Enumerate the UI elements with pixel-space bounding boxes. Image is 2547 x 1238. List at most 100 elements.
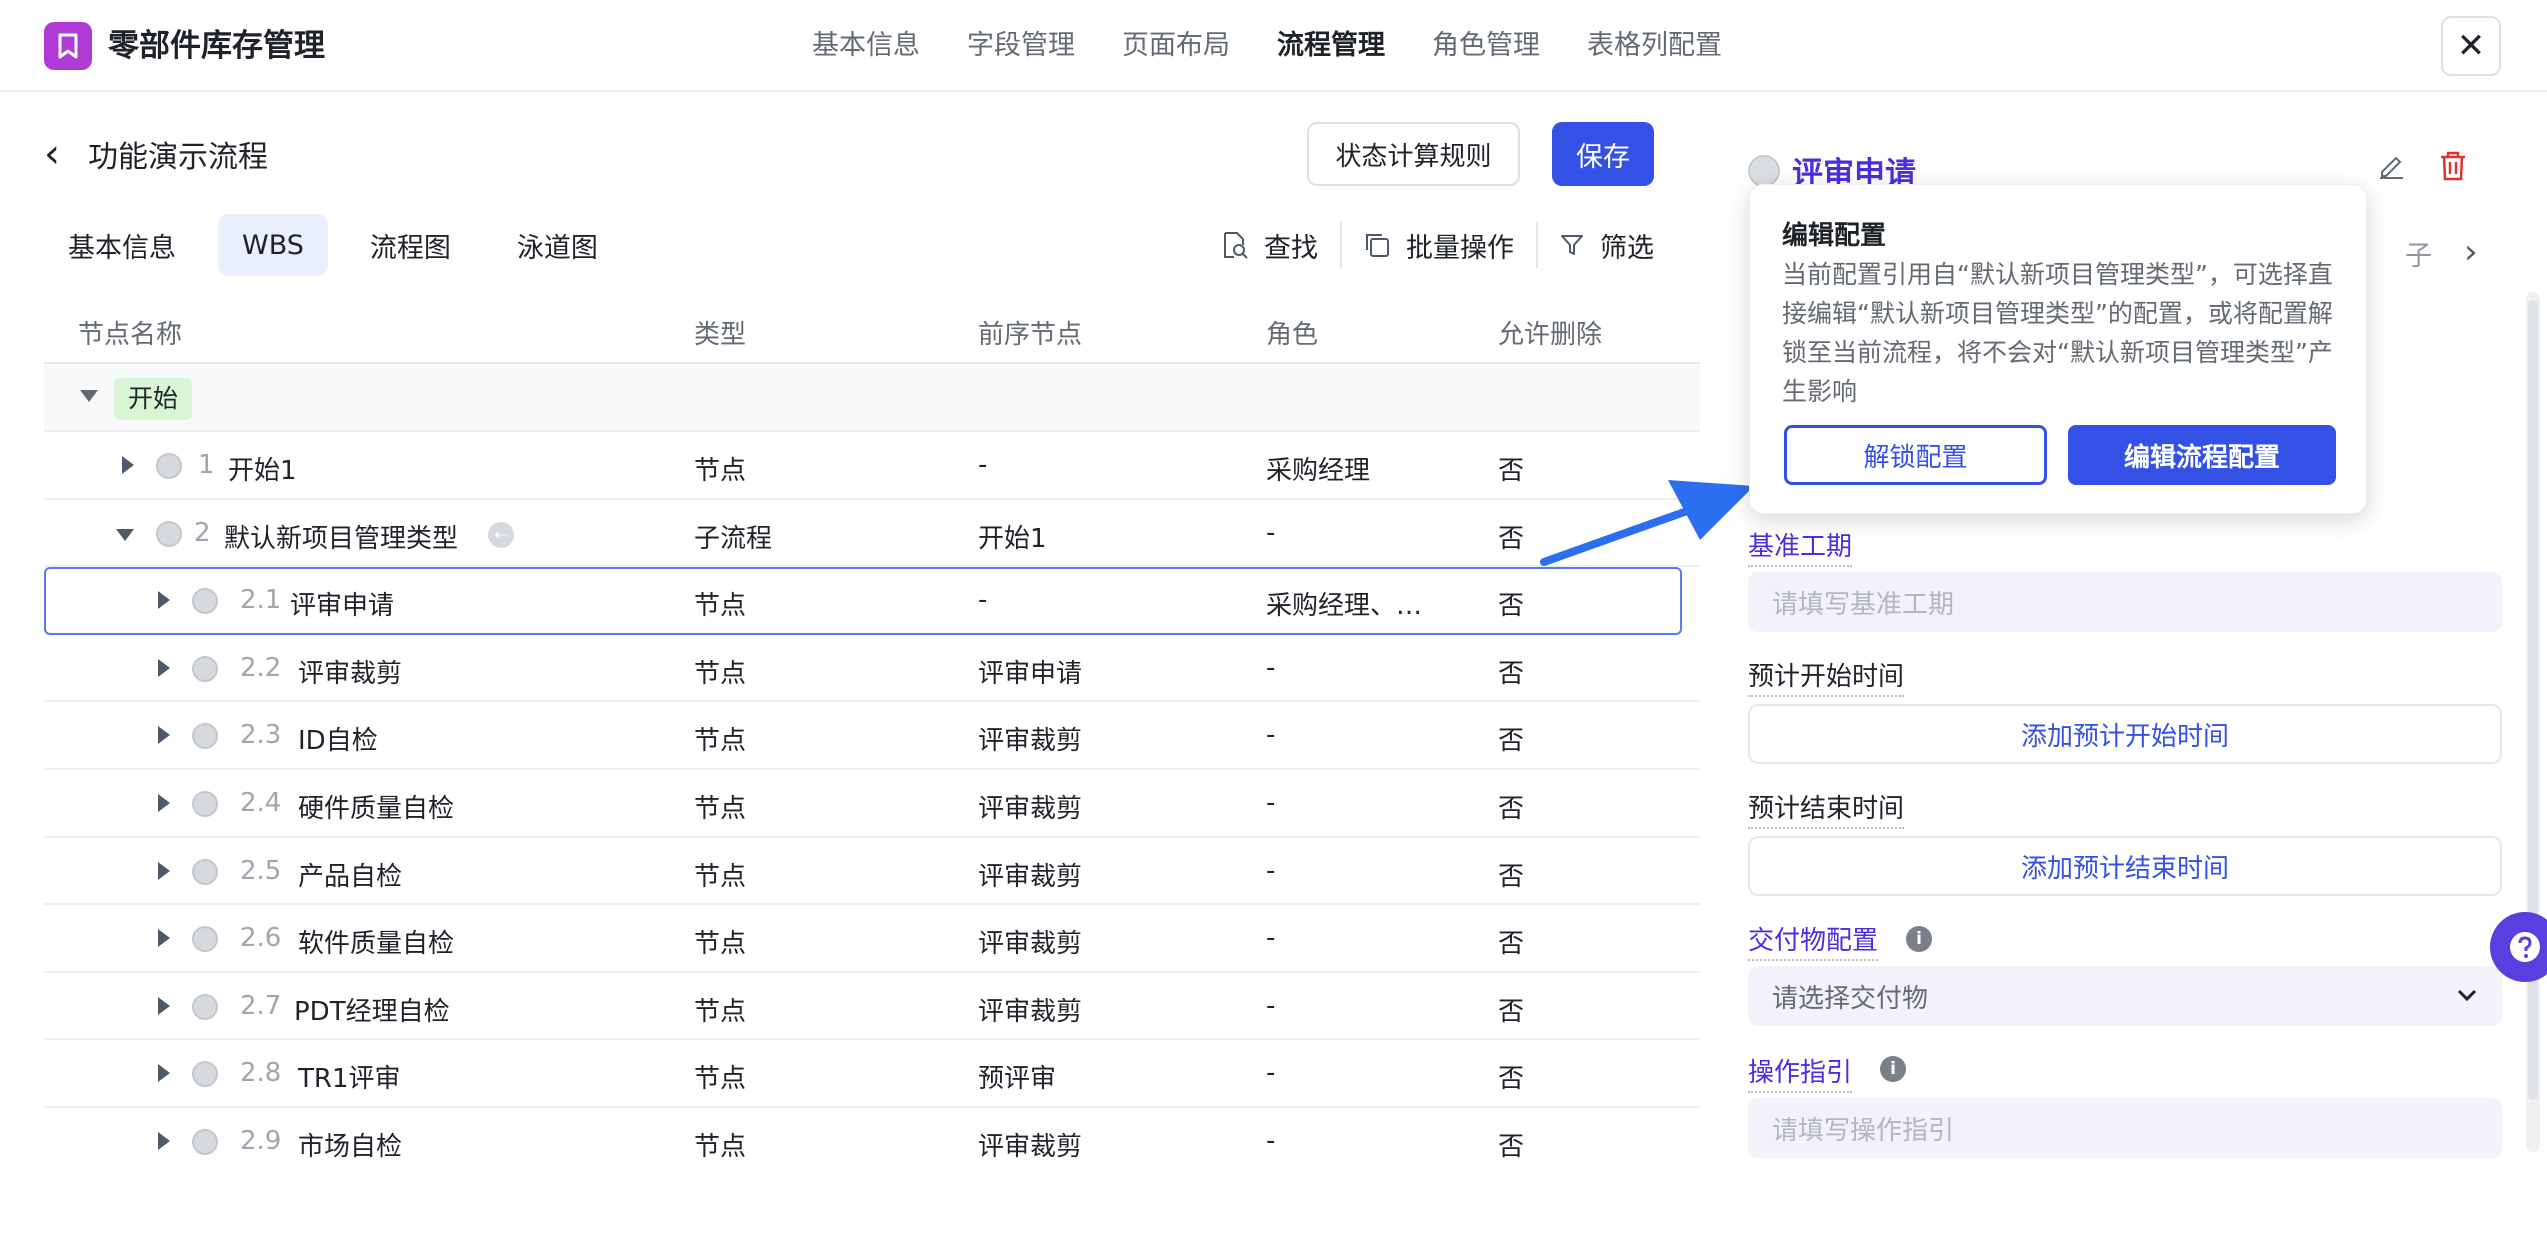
filter-button[interactable]: 筛选 [1538, 226, 1676, 265]
node-type: 节点 [694, 996, 747, 1027]
baseline-duration-input[interactable]: 请填写基准工期 [1748, 572, 2502, 632]
filter-label: 筛选 [1600, 232, 1654, 264]
close-button[interactable]: ✕ [2441, 16, 2501, 76]
tab-swimlane[interactable]: 泳道图 [493, 214, 622, 276]
status-rule-button[interactable]: 状态计算规则 [1307, 122, 1520, 186]
subflow-link-icon[interactable]: ⇠ [488, 521, 514, 548]
chevron-right-icon[interactable]: › [2464, 232, 2478, 272]
caret-right-icon[interactable] [158, 658, 170, 677]
table-row[interactable]: 2.7 PDT经理自检 节点 评审裁剪 - 否 [44, 973, 1700, 1041]
topnav-table-columns[interactable]: 表格列配置 [1587, 24, 1722, 68]
col-role[interactable]: 角色 [1266, 314, 1318, 351]
table-row[interactable]: 2.8 TR1评审 节点 预评审 - 否 [44, 1040, 1700, 1108]
caret-right-icon[interactable] [158, 591, 170, 610]
panel-tab-partial[interactable]: 子 [2405, 234, 2432, 273]
add-plan-end-button[interactable]: 添加预计结束时间 [1748, 836, 2502, 896]
caret-right-icon[interactable] [158, 793, 170, 812]
node-role: - [1266, 990, 1276, 1021]
close-icon: ✕ [2456, 26, 2486, 66]
topnav-process-management[interactable]: 流程管理 [1277, 24, 1385, 68]
table-row[interactable]: 2.4 硬件质量自检 节点 评审裁剪 - 否 [44, 770, 1700, 838]
find-button[interactable]: 查找 [1200, 226, 1340, 265]
node-name: 默认新项目管理类型 [224, 523, 459, 554]
node-name: TR1评审 [298, 1064, 401, 1095]
add-plan-start-button[interactable]: 添加预计开始时间 [1748, 704, 2502, 764]
group-row-start[interactable]: 开始 [44, 364, 1700, 432]
node-type: 子流程 [694, 523, 773, 554]
topnav-page-layout[interactable]: 页面布局 [1122, 24, 1230, 68]
save-button[interactable]: 保存 [1552, 122, 1654, 186]
caret-right-icon[interactable] [158, 861, 170, 880]
table-row[interactable]: 2.6 软件质量自检 节点 评审裁剪 - 否 [44, 905, 1700, 973]
node-role: - [1266, 1058, 1276, 1089]
node-deletable: 否 [1498, 591, 1525, 622]
find-label: 查找 [1264, 232, 1318, 264]
tab-basic-info[interactable]: 基本信息 [44, 214, 200, 276]
caret-right-icon[interactable] [158, 996, 170, 1015]
topnav-role-management[interactable]: 角色管理 [1432, 24, 1540, 68]
node-deletable: 否 [1498, 456, 1525, 486]
tab-flowchart[interactable]: 流程图 [346, 214, 475, 276]
chevron-down-icon [2457, 989, 2477, 1002]
info-icon[interactable]: i [1880, 1056, 1906, 1082]
status-dot-icon [192, 1128, 218, 1155]
topnav-field-management[interactable]: 字段管理 [967, 24, 1075, 68]
deliverable-select[interactable]: 请选择交付物 [1748, 966, 2502, 1026]
caret-right-icon[interactable] [158, 929, 170, 948]
edit-flow-config-button[interactable]: 编辑流程配置 [2068, 425, 2336, 485]
col-type[interactable]: 类型 [694, 314, 746, 351]
node-number: 2.1 [240, 585, 282, 616]
guide-input[interactable]: 请填写操作指引 [1748, 1098, 2502, 1158]
caret-right-icon[interactable] [158, 1131, 170, 1150]
table-row[interactable]: 2.9 市场自检 节点 评审裁剪 - 否 [44, 1108, 1700, 1176]
node-role: - [1266, 923, 1276, 954]
status-dot-icon [192, 926, 218, 953]
node-deletable: 否 [1498, 793, 1525, 824]
status-dot-icon [192, 993, 218, 1020]
table-row[interactable]: 2.2 评审裁剪 节点 评审申请 - 否 [44, 635, 1700, 703]
node-prev: 评审裁剪 [978, 929, 1083, 960]
batch-label: 批量操作 [1406, 232, 1514, 264]
node-name: 软件质量自检 [298, 929, 455, 960]
trash-icon[interactable] [2438, 150, 2468, 182]
node-deletable: 否 [1498, 1131, 1525, 1162]
tab-wbs[interactable]: WBS [218, 214, 328, 276]
table-row[interactable]: 2 默认新项目管理类型 ⇠ 子流程 开始1 - 否 [44, 500, 1700, 568]
page-title: 功能演示流程 [88, 140, 268, 175]
node-prev: 评审裁剪 [978, 1131, 1083, 1162]
node-number: 2.9 [240, 1125, 282, 1156]
table-row-selected[interactable]: 2.1 评审申请 节点 - 采购经理、… 否 [44, 567, 1682, 635]
node-prev: 评审裁剪 [978, 726, 1083, 757]
node-deletable: 否 [1498, 726, 1525, 757]
caret-right-icon[interactable] [158, 726, 170, 745]
node-deletable: 否 [1498, 1064, 1525, 1095]
caret-right-icon[interactable] [122, 456, 134, 474]
node-role: - [1266, 652, 1276, 683]
bookmark-icon [44, 22, 92, 70]
node-number: 2 [194, 517, 211, 548]
edit-icon[interactable] [2376, 150, 2406, 180]
node-deletable: 否 [1498, 523, 1525, 554]
node-type: 节点 [694, 591, 747, 622]
info-icon[interactable]: i [1906, 926, 1932, 952]
node-type: 节点 [694, 1064, 747, 1095]
node-number: 2.8 [240, 1058, 282, 1089]
topnav-basic-info[interactable]: 基本信息 [812, 24, 920, 68]
col-node-name[interactable]: 节点名称 [78, 314, 182, 351]
batch-operation-button[interactable]: 批量操作 [1342, 226, 1536, 265]
caret-right-icon[interactable] [158, 1064, 170, 1083]
node-name: 开始1 [228, 456, 297, 486]
table-row[interactable]: 2.5 产品自检 节点 评审裁剪 - 否 [44, 838, 1700, 906]
unlock-config-button[interactable]: 解锁配置 [1784, 425, 2047, 485]
col-deletable[interactable]: 允许删除 [1498, 314, 1602, 351]
node-role: - [1266, 855, 1276, 886]
deliverable-label: 交付物配置 [1748, 920, 1879, 961]
node-name: 评审申请 [290, 591, 395, 622]
back-icon[interactable]: ‹ [44, 134, 60, 174]
col-prev-node[interactable]: 前序节点 [978, 314, 1082, 351]
node-type: 节点 [694, 861, 747, 892]
caret-down-icon[interactable] [116, 528, 134, 541]
table-row[interactable]: 2.3 ID自检 节点 评审裁剪 - 否 [44, 702, 1700, 770]
caret-down-icon[interactable] [80, 390, 98, 402]
table-row[interactable]: 1 开始1 节点 - 采购经理 否 [44, 432, 1700, 500]
